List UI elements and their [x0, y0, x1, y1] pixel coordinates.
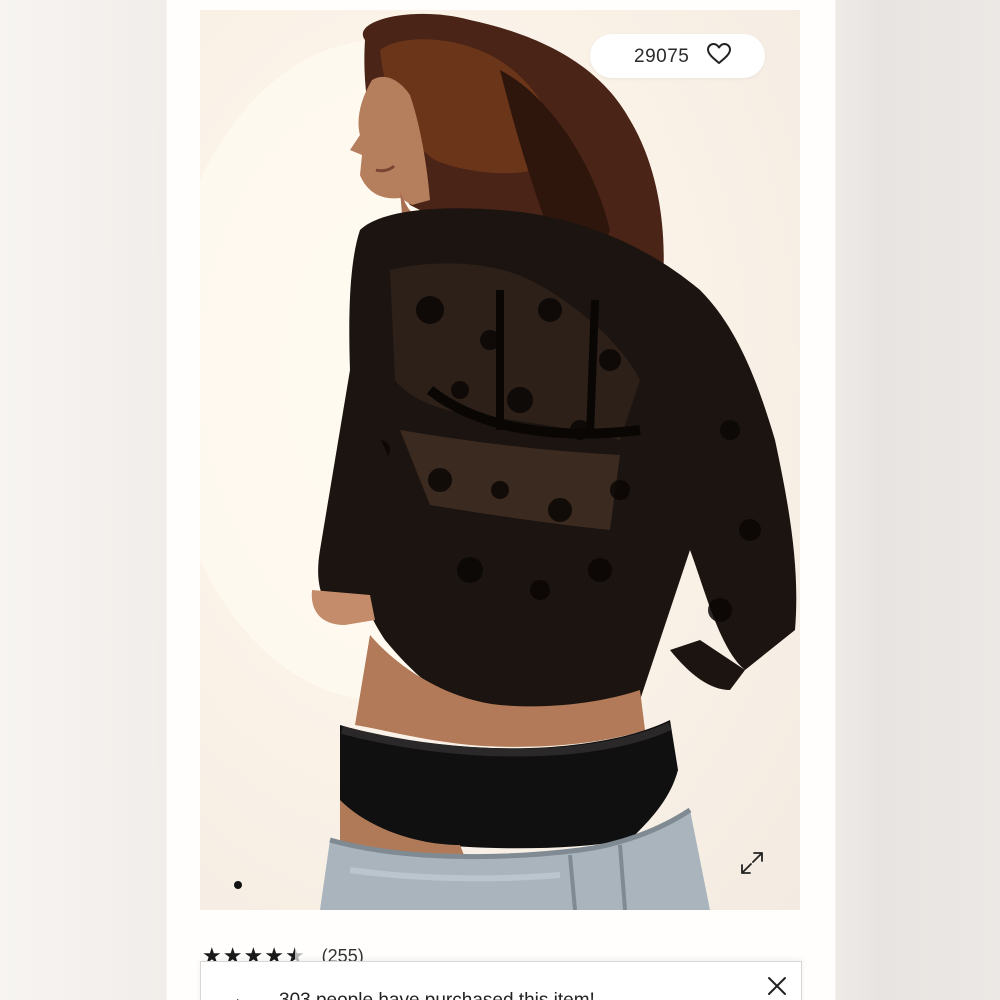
arrow-icon: ▶ [237, 995, 248, 1000]
heart-icon[interactable] [706, 42, 732, 66]
gallery-dot-indicator[interactable] [234, 881, 242, 889]
close-icon[interactable] [766, 975, 788, 997]
expand-icon[interactable] [739, 850, 765, 876]
purchase-count-text: 303 people have purchased this item! [279, 990, 595, 1000]
purchase-notification-banner: ▶ 303 people have purchased this item! [200, 961, 802, 1000]
product-photo[interactable] [200, 10, 800, 910]
product-page: 29075 ★ ★ ★ ★ ★ (255) ▶ 303 people have … [167, 0, 835, 1000]
like-count: 29075 [634, 46, 690, 67]
